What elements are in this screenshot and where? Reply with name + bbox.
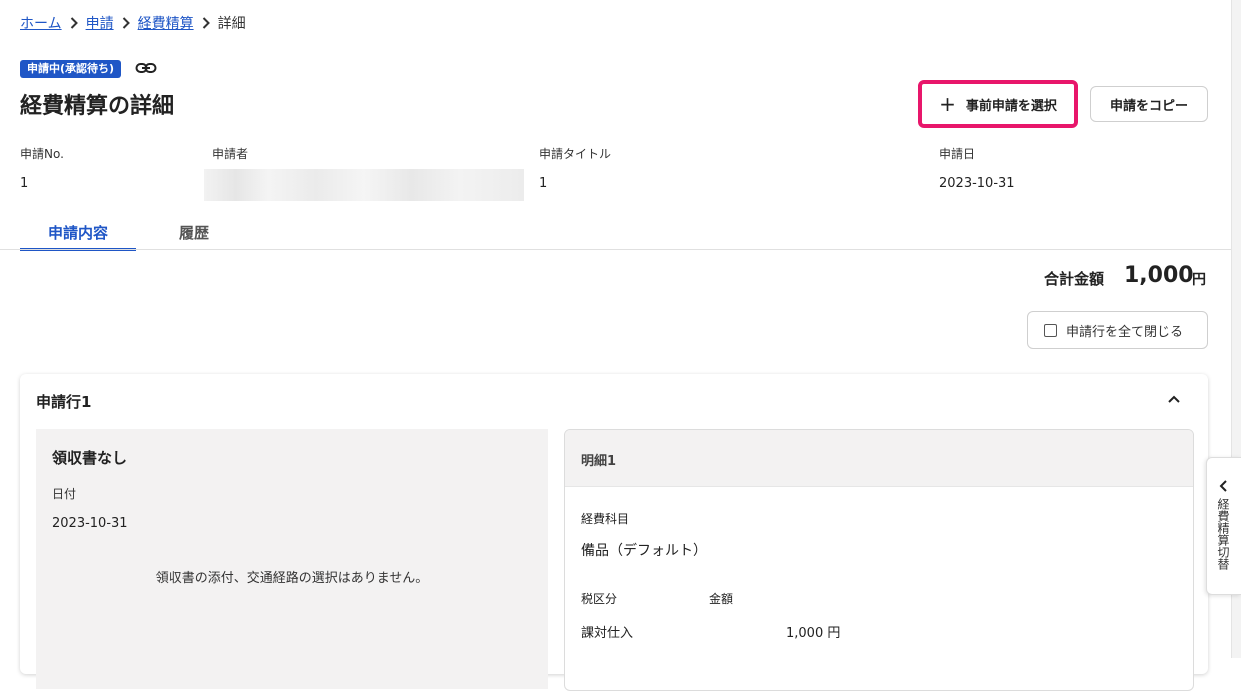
collapse-all-label: 申請行を全て閉じる <box>1066 324 1184 340</box>
select-pre-application-label: 事前申請を選択 <box>965 98 1057 114</box>
expense-account-value: 備品（デフォルト） <box>581 543 707 559</box>
chevron-up-icon[interactable] <box>1166 391 1182 407</box>
total-amount: 1,000 <box>1124 263 1194 288</box>
select-pre-application-button[interactable]: + 事前申請を選択 <box>918 80 1078 128</box>
application-date-value: 2023-10-31 <box>939 176 1015 191</box>
chevron-right-icon <box>70 17 78 29</box>
receipt-date-value: 2023-10-31 <box>52 516 128 531</box>
detail-header: 明細1 <box>565 430 1193 487</box>
no-receipt-message: 領収書の添付、交通経路の選択はありません。 <box>155 571 429 586</box>
expense-account-label: 経費科目 <box>581 512 630 526</box>
tab-application-content[interactable]: 申請内容 <box>20 222 136 251</box>
breadcrumb-application-link[interactable]: 申請 <box>86 13 114 33</box>
collapse-all-button[interactable]: 申請行を全て閉じる <box>1027 311 1208 349</box>
application-title-label: 申請タイトル <box>539 147 612 161</box>
chevron-right-icon <box>122 17 130 29</box>
applicant-label: 申請者 <box>212 147 249 161</box>
application-line-card: 申請行1 領収書なし 日付 2023-10-31 領収書の添付、交通経路の選択は… <box>20 374 1208 691</box>
receipt-date-label: 日付 <box>52 487 77 501</box>
breadcrumb-home-link[interactable]: ホーム <box>20 13 62 33</box>
tab-history[interactable]: 履歴 <box>160 222 228 243</box>
application-date-label: 申請日 <box>939 147 976 161</box>
applicant-redacted <box>204 169 524 201</box>
chevron-right-icon <box>202 17 210 29</box>
application-title-value: 1 <box>539 176 548 191</box>
receipt-title: 領収書なし <box>52 449 128 467</box>
breadcrumb-current: 詳細 <box>217 16 246 32</box>
total-unit: 円 <box>1192 272 1206 288</box>
application-no-label: 申請No. <box>20 147 64 161</box>
status-badge: 申請中(承認待ち) <box>20 60 122 78</box>
expense-switch-side-tab[interactable]: 経費精算切替 <box>1206 457 1241 595</box>
page-title: 経費精算の詳細 <box>20 94 175 119</box>
breadcrumb-expense-link[interactable]: 経費精算 <box>138 13 194 33</box>
plus-icon: + <box>939 92 956 116</box>
chevron-left-icon <box>1217 478 1231 492</box>
total-label: 合計金額 <box>1044 270 1105 288</box>
breadcrumb: ホーム 申請 経費精算 詳細 <box>20 13 246 33</box>
detail-panel: 明細1 経費科目 備品（デフォルト） 税区分 金額 課対仕入 1,000 円 <box>564 429 1194 691</box>
detail-title: 明細1 <box>581 454 617 469</box>
application-line-title: 申請行1 <box>36 393 92 411</box>
expense-switch-label: 経費精算切替 <box>1216 498 1230 570</box>
copy-application-button[interactable]: 申請をコピー <box>1090 86 1208 122</box>
link-icon[interactable] <box>135 60 157 76</box>
tax-category-value: 課対仕入 <box>581 626 634 641</box>
amount-label: 金額 <box>709 592 734 606</box>
amount-value: 1,000 円 <box>786 626 841 641</box>
application-no-value: 1 <box>20 176 29 191</box>
tabs-divider <box>0 249 1231 250</box>
collapse-all-checkbox[interactable] <box>1044 323 1057 337</box>
tax-category-label: 税区分 <box>581 592 618 606</box>
receipt-panel: 領収書なし 日付 2023-10-31 領収書の添付、交通経路の選択はありません… <box>36 429 548 689</box>
